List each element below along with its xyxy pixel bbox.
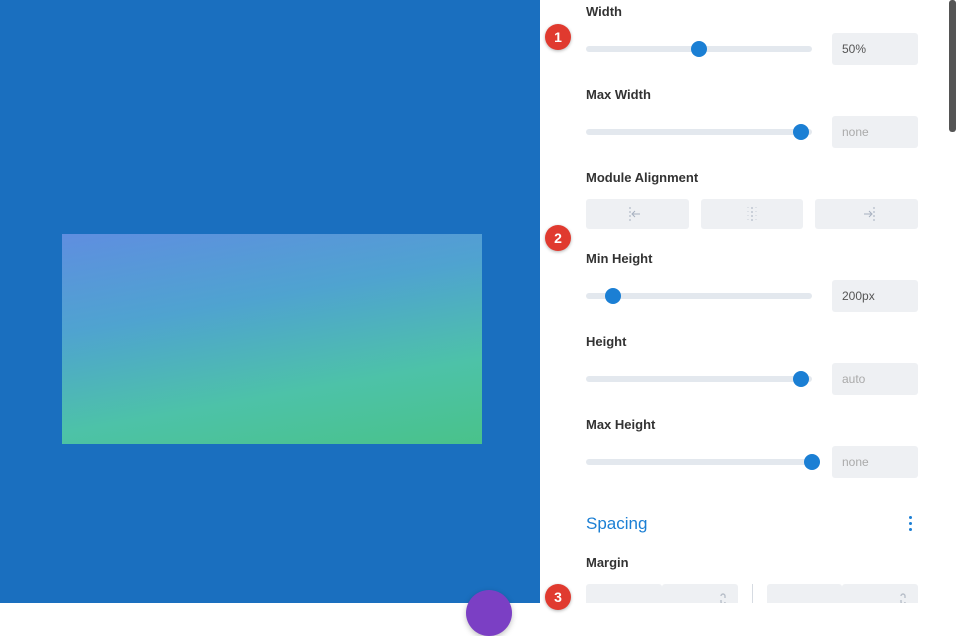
width-label: Width	[586, 4, 918, 19]
module-alignment-control: Module Alignment	[586, 170, 918, 229]
margin-right-input[interactable]	[842, 584, 918, 603]
max-height-label: Max Height	[586, 417, 918, 432]
height-value-input[interactable]: auto	[832, 363, 918, 395]
width-value-input[interactable]: 50%	[832, 33, 918, 65]
align-center-button[interactable]	[701, 199, 804, 229]
max-width-control: Max Width none	[586, 87, 918, 148]
annotation-3: 3	[545, 584, 571, 610]
margin-top-input[interactable]	[586, 584, 662, 603]
max-width-slider[interactable]	[586, 129, 812, 135]
min-height-slider-thumb[interactable]	[605, 288, 621, 304]
max-width-slider-thumb[interactable]	[793, 124, 809, 140]
height-label: Height	[586, 334, 918, 349]
min-height-slider[interactable]	[586, 293, 812, 299]
max-height-slider[interactable]	[586, 459, 812, 465]
spacing-section-header: Spacing	[586, 510, 918, 537]
panel-scrollbar[interactable]	[949, 0, 956, 132]
max-width-value-input[interactable]: none	[832, 116, 918, 148]
spacing-title: Spacing	[586, 514, 647, 534]
link-icon[interactable]	[896, 592, 910, 603]
margin-label: Margin	[586, 555, 918, 570]
width-slider-thumb[interactable]	[691, 41, 707, 57]
add-module-fab[interactable]	[466, 590, 512, 636]
margin-bottom-input[interactable]	[662, 584, 738, 603]
width-control: Width 50%	[586, 4, 918, 65]
height-control: Height auto	[586, 334, 918, 395]
max-width-label: Max Width	[586, 87, 918, 102]
settings-panel: Width 50% Max Width none Module Alignmen…	[540, 0, 960, 603]
min-height-label: Min Height	[586, 251, 918, 266]
max-height-control: Max Height none	[586, 417, 918, 478]
align-left-button[interactable]	[586, 199, 689, 229]
spacing-options-menu[interactable]	[903, 510, 918, 537]
module-alignment-label: Module Alignment	[586, 170, 918, 185]
module-preview[interactable]	[62, 234, 482, 444]
max-height-slider-thumb[interactable]	[804, 454, 820, 470]
margin-left-input[interactable]	[767, 584, 843, 603]
height-slider-thumb[interactable]	[793, 371, 809, 387]
min-height-control: Min Height 200px	[586, 251, 918, 312]
annotation-2: 2	[545, 225, 571, 251]
margin-control: Margin Top Bottom	[586, 555, 918, 603]
annotation-1: 1	[545, 24, 571, 50]
align-center-icon	[743, 207, 761, 221]
link-icon[interactable]	[716, 592, 730, 603]
align-right-button[interactable]	[815, 199, 918, 229]
align-left-icon	[628, 207, 646, 221]
align-right-icon	[858, 207, 876, 221]
min-height-value-input[interactable]: 200px	[832, 280, 918, 312]
width-slider[interactable]	[586, 46, 812, 52]
builder-canvas	[0, 0, 540, 603]
divider	[752, 584, 753, 603]
height-slider[interactable]	[586, 376, 812, 382]
max-height-value-input[interactable]: none	[832, 446, 918, 478]
